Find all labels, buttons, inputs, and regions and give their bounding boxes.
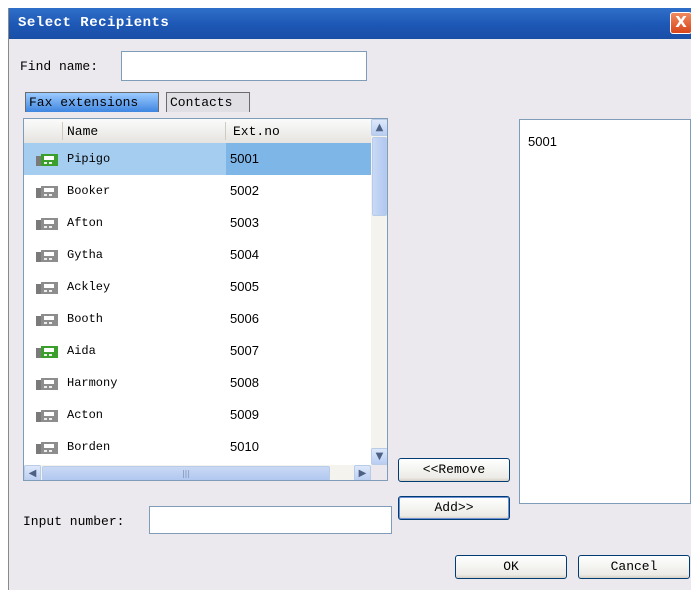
- title-bar[interactable]: Select Recipients X: [9, 8, 691, 39]
- table-row[interactable]: Acton 5009: [24, 399, 371, 431]
- grip-icon: |||: [181, 469, 191, 478]
- row-ext: 5009: [230, 407, 259, 422]
- row-ext: 5001: [230, 151, 259, 166]
- chevron-down-icon: ▼: [375, 451, 384, 462]
- fax-icon-green: [36, 154, 58, 166]
- row-ext: 5006: [230, 311, 259, 326]
- row-name: Aida: [67, 344, 96, 358]
- add-button[interactable]: Add>>: [398, 496, 510, 520]
- column-header-ext[interactable]: Ext.no: [233, 124, 280, 139]
- fax-icon-gray: [36, 282, 58, 294]
- table-row[interactable]: Ackley 5005: [24, 271, 371, 303]
- chevron-up-icon: ▲: [375, 122, 384, 133]
- table-row[interactable]: Harmony 5008: [24, 367, 371, 399]
- dialog-title: Select Recipients: [18, 15, 170, 31]
- column-divider[interactable]: [62, 122, 63, 140]
- scroll-up-button[interactable]: ▲: [371, 119, 387, 136]
- fax-icon-green: [36, 346, 58, 358]
- column-header-name[interactable]: Name: [67, 124, 98, 139]
- horizontal-scroll-thumb[interactable]: |||: [42, 466, 330, 480]
- row-ext: 5005: [230, 279, 259, 294]
- fax-icon-gray: [36, 410, 58, 422]
- table-row[interactable]: Booth 5006: [24, 303, 371, 335]
- row-name: Afton: [67, 216, 104, 230]
- find-name-label: Find name:: [20, 59, 99, 74]
- table-row[interactable]: Afton 5003: [24, 207, 371, 239]
- vertical-scrollbar[interactable]: ▲ ▼: [371, 119, 387, 465]
- row-name: Booth: [67, 312, 104, 326]
- table-row[interactable]: Booker 5002: [24, 175, 371, 207]
- fax-icon-gray: [36, 442, 58, 454]
- fax-extension-list[interactable]: Name Ext.no Pipigo 5001 Booker 5002 Afton 500…: [23, 118, 388, 481]
- button-bar: OK Cancel: [9, 542, 691, 590]
- row-ext: 5003: [230, 215, 259, 230]
- row-name: Ackley: [67, 280, 111, 294]
- horizontal-scrollbar[interactable]: ◀ ||| ▶: [24, 465, 371, 480]
- scroll-right-button[interactable]: ▶: [354, 465, 371, 480]
- row-name: Gytha: [67, 248, 104, 262]
- recipient-list[interactable]: 5001: [519, 119, 691, 504]
- scroll-down-button[interactable]: ▼: [371, 448, 387, 465]
- ok-button[interactable]: OK: [455, 555, 567, 579]
- fax-icon-gray: [36, 186, 58, 198]
- number-input[interactable]: [149, 506, 392, 534]
- tab-contacts[interactable]: Contacts: [166, 92, 250, 112]
- row-ext: 5008: [230, 375, 259, 390]
- select-recipients-dialog: Select Recipients X Find name: Fax exten…: [8, 8, 691, 590]
- row-ext: 5010: [230, 439, 259, 454]
- scroll-left-button[interactable]: ◀: [24, 465, 41, 480]
- column-divider[interactable]: [225, 122, 226, 140]
- table-row[interactable]: Gytha 5004: [24, 239, 371, 271]
- tab-fax-extensions[interactable]: Fax extensions: [25, 92, 159, 112]
- close-button[interactable]: X: [670, 12, 691, 34]
- table-row[interactable]: Aida 5007: [24, 335, 371, 367]
- row-name: Pipigo: [67, 152, 111, 166]
- recipient-item[interactable]: 5001: [528, 134, 557, 149]
- table-row[interactable]: Pipigo 5001: [24, 143, 371, 175]
- row-name: Borden: [67, 440, 111, 454]
- fax-icon-gray: [36, 250, 58, 262]
- input-number-label: Input number:: [23, 514, 125, 529]
- fax-icon-gray: [36, 218, 58, 230]
- chevron-left-icon: ◀: [28, 468, 37, 479]
- table-row[interactable]: Borden 5010: [24, 431, 371, 463]
- fax-icon-gray: [36, 378, 58, 390]
- fax-icon-gray: [36, 314, 58, 326]
- list-header: Name Ext.no: [24, 119, 371, 144]
- remove-button[interactable]: <<Remove: [398, 458, 510, 482]
- row-name: Booker: [67, 184, 111, 198]
- close-icon: X: [675, 13, 687, 31]
- row-name: Acton: [67, 408, 104, 422]
- row-ext: 5002: [230, 183, 259, 198]
- cancel-button[interactable]: Cancel: [578, 555, 690, 579]
- vertical-scroll-thumb[interactable]: [372, 137, 387, 216]
- row-ext: 5007: [230, 343, 259, 358]
- scrollbar-corner: [371, 465, 387, 480]
- chevron-right-icon: ▶: [358, 468, 367, 479]
- row-ext: 5004: [230, 247, 259, 262]
- find-name-input[interactable]: [121, 51, 367, 81]
- row-name: Harmony: [67, 376, 118, 390]
